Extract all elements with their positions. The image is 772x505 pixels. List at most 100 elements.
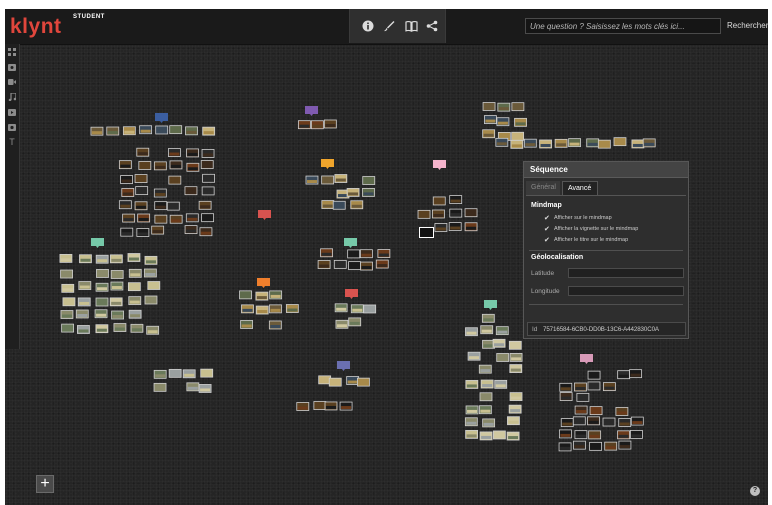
sequence-thumbnail[interactable] <box>432 196 446 206</box>
sequence-thumbnail[interactable] <box>127 282 141 292</box>
group-marker[interactable] <box>258 210 271 218</box>
sequence-thumbnail[interactable] <box>602 417 616 427</box>
sequence-thumbnail[interactable] <box>568 138 581 148</box>
sequence-thumbnail[interactable] <box>79 254 92 264</box>
longitude-field[interactable] <box>568 286 684 296</box>
sequence-thumbnail[interactable] <box>332 200 346 210</box>
sequence-thumbnail[interactable] <box>60 269 73 279</box>
sequence-thumbnail[interactable] <box>155 125 169 135</box>
sequence-thumbnail[interactable] <box>558 442 572 452</box>
sequence-thumbnail[interactable] <box>465 327 478 337</box>
sequence-thumbnail[interactable] <box>514 117 527 127</box>
image-icon[interactable] <box>8 63 16 71</box>
sequence-thumbnail[interactable] <box>134 174 148 183</box>
sequence-thumbnail[interactable] <box>348 261 361 271</box>
sequence-thumbnail[interactable] <box>168 175 182 185</box>
sequence-thumbnail[interactable] <box>464 417 478 427</box>
sequence-thumbnail[interactable] <box>574 382 587 392</box>
sequence-thumbnail[interactable] <box>481 313 495 323</box>
sequence-thumbnail[interactable] <box>138 161 152 170</box>
sequence-thumbnail[interactable] <box>77 325 90 334</box>
sequence-thumbnail[interactable] <box>198 384 212 393</box>
sequence-thumbnail[interactable] <box>95 324 109 334</box>
sequence-thumbnail[interactable] <box>153 369 167 379</box>
sequence-thumbnail[interactable] <box>339 401 353 411</box>
sequence-thumbnail[interactable] <box>122 213 136 223</box>
sequence-thumbnail[interactable] <box>432 209 445 219</box>
sequence-thumbnail[interactable] <box>166 201 180 211</box>
sequence-thumbnail[interactable] <box>478 364 492 374</box>
search-input[interactable] <box>525 18 721 34</box>
sequence-thumbnail[interactable] <box>241 304 254 314</box>
sequence-thumbnail[interactable] <box>464 222 478 232</box>
sequence-thumbnail[interactable] <box>629 369 642 379</box>
sequence-thumbnail[interactable] <box>94 309 108 319</box>
sequence-thumbnail[interactable] <box>130 323 144 333</box>
sequence-thumbnail[interactable] <box>496 117 510 127</box>
sequence-thumbnail[interactable] <box>363 304 377 314</box>
selected-sequence-node[interactable] <box>419 227 434 238</box>
sequence-thumbnail[interactable] <box>492 338 506 348</box>
sequence-thumbnail[interactable] <box>510 139 524 149</box>
sequence-thumbnail[interactable] <box>118 160 132 170</box>
sequence-thumbnail[interactable] <box>62 297 76 307</box>
sequence-thumbnail[interactable] <box>478 405 492 415</box>
sequence-thumbnail[interactable] <box>60 310 74 319</box>
sequence-thumbnail[interactable] <box>95 254 109 264</box>
sequence-thumbnail[interactable] <box>110 281 124 291</box>
sequence-thumbnail[interactable] <box>75 309 89 319</box>
sequence-thumbnail[interactable] <box>465 405 479 415</box>
sequence-thumbnail[interactable] <box>362 187 375 197</box>
sequence-thumbnail[interactable] <box>539 139 552 149</box>
sequence-thumbnail[interactable] <box>305 175 319 185</box>
video-icon[interactable] <box>8 78 16 86</box>
sequence-thumbnail[interactable] <box>136 147 150 157</box>
sequence-thumbnail[interactable] <box>153 161 167 171</box>
text-icon[interactable]: T <box>8 137 16 147</box>
sequence-thumbnail[interactable] <box>509 353 523 362</box>
sequence-thumbnail[interactable] <box>480 325 494 335</box>
sequence-thumbnail[interactable] <box>523 138 537 148</box>
sequence-thumbnail[interactable] <box>496 353 510 362</box>
sequence-thumbnail[interactable] <box>198 200 212 210</box>
sequence-thumbnail[interactable] <box>136 228 150 237</box>
sequence-thumbnail[interactable] <box>128 268 142 278</box>
group-marker[interactable] <box>321 159 334 167</box>
sequence-thumbnail[interactable] <box>78 281 92 290</box>
sequence-thumbnail[interactable] <box>494 379 508 389</box>
sequence-thumbnail[interactable] <box>168 368 182 378</box>
sequence-thumbnail[interactable] <box>618 440 632 450</box>
sequence-thumbnail[interactable] <box>484 115 497 124</box>
sequence-thumbnail[interactable] <box>482 129 496 139</box>
sequence-thumbnail[interactable] <box>127 253 141 262</box>
sequence-thumbnail[interactable] <box>449 208 463 218</box>
sequence-thumbnail[interactable] <box>321 175 335 185</box>
sequence-thumbnail[interactable] <box>508 404 522 414</box>
sequence-thumbnail[interactable] <box>574 430 588 440</box>
sequence-thumbnail[interactable] <box>346 376 360 385</box>
sequence-thumbnail[interactable] <box>597 139 611 149</box>
sequence-thumbnail[interactable] <box>482 339 495 349</box>
sequence-thumbnail[interactable] <box>153 188 167 198</box>
sequence-thumbnail[interactable] <box>201 149 215 158</box>
sequence-thumbnail[interactable] <box>347 249 361 259</box>
sequence-thumbnail[interactable] <box>95 282 109 292</box>
sequence-thumbnail[interactable] <box>509 392 523 401</box>
sequence-thumbnail[interactable] <box>201 186 215 196</box>
sequence-thumbnail[interactable] <box>318 375 332 385</box>
sequence-thumbnail[interactable] <box>602 382 616 392</box>
group-marker[interactable] <box>257 278 270 286</box>
sequence-thumbnail[interactable] <box>154 214 168 224</box>
search-button[interactable]: Rechercher <box>725 18 768 34</box>
sequence-thumbnail[interactable] <box>135 186 149 196</box>
sequence-thumbnail[interactable] <box>96 269 109 278</box>
sequence-thumbnail[interactable] <box>59 254 73 263</box>
sequence-thumbnail[interactable] <box>320 248 333 258</box>
latitude-field[interactable] <box>568 268 684 278</box>
sequence-thumbnail[interactable] <box>511 131 525 141</box>
clapper-icon[interactable] <box>8 123 16 131</box>
sequence-thumbnail[interactable] <box>573 440 586 450</box>
sequence-thumbnail[interactable] <box>482 418 496 428</box>
sequence-thumbnail[interactable] <box>109 254 123 264</box>
sequence-thumbnail[interactable] <box>111 310 125 320</box>
